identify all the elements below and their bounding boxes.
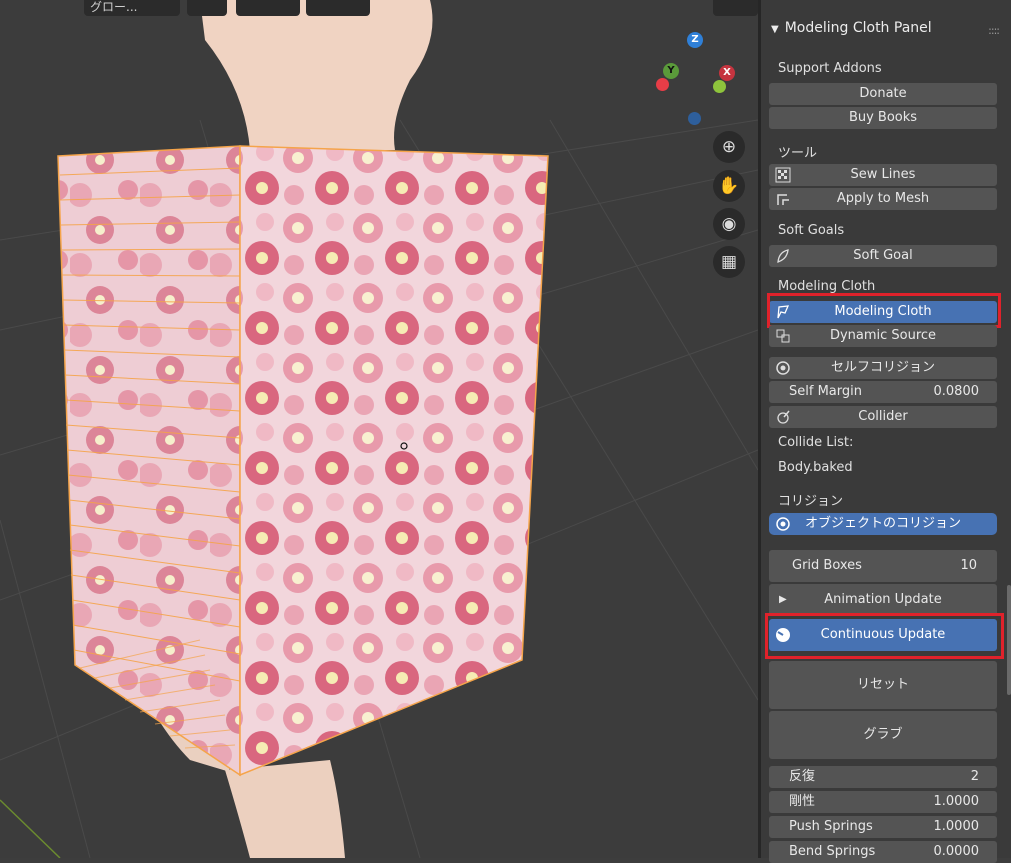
self-margin-value: 0.0800 — [933, 384, 980, 399]
grid-boxes-label: Grid Boxes — [792, 558, 862, 573]
push-springs-value: 1.0000 — [933, 819, 980, 834]
iterations-field[interactable]: 反復 2 — [769, 766, 997, 788]
dynamic-source-icon — [776, 329, 790, 343]
scene-canvas[interactable] — [0, 0, 758, 858]
collide-list-item[interactable]: Body.baked — [778, 460, 853, 475]
soft-goal-button[interactable]: Soft Goal — [769, 245, 997, 267]
animation-update-toggle[interactable]: ▶ Animation Update — [769, 584, 997, 616]
stiffness-field[interactable]: 剛性 1.0000 — [769, 791, 997, 813]
tools-label: ツール — [778, 146, 818, 161]
grid-icon[interactable]: ▦ — [713, 246, 745, 278]
modeling-cloth-panel: ▼ Modeling Cloth Panel :::: Support Addon… — [758, 0, 1011, 863]
modeling-cloth-button[interactable]: Modeling Cloth — [769, 301, 997, 323]
donate-button[interactable]: Donate — [769, 83, 997, 105]
grid-boxes-value: 10 — [960, 558, 977, 573]
snap-dropdown[interactable] — [236, 0, 300, 16]
dynamic-source-button[interactable]: Dynamic Source — [769, 325, 997, 347]
reset-button[interactable]: リセット — [769, 661, 997, 709]
object-collision-toggle[interactable]: オブジェクトのコリジョン — [769, 513, 997, 535]
3d-viewport[interactable]: グロー... Z Y X ⊕ ✋ ◉ ▦ — [0, 0, 758, 858]
iterations-label: 反復 — [789, 769, 816, 784]
hand-pan-icon[interactable]: ✋ — [713, 170, 745, 202]
bend-springs-label: Bend Springs — [789, 844, 876, 859]
apply-icon — [777, 194, 789, 205]
modeling-cloth-label: Modeling Cloth — [778, 279, 876, 294]
collision-toggle-icon — [776, 517, 790, 531]
gizmo-neg-z[interactable] — [688, 112, 701, 125]
stiffness-value: 1.0000 — [933, 794, 980, 809]
sew-lines-button[interactable]: Sew Lines — [769, 164, 997, 186]
bend-springs-field[interactable]: Bend Springs 0.0000 — [769, 841, 997, 863]
gizmo-x-axis[interactable]: X — [719, 65, 735, 81]
continuous-update-toggle[interactable]: Continuous Update — [769, 619, 997, 651]
collider-button[interactable]: Collider — [769, 406, 997, 428]
apply-to-mesh-button[interactable]: Apply to Mesh — [769, 188, 997, 210]
collapse-triangle-icon[interactable]: ▼ — [771, 24, 779, 35]
zoom-icon[interactable]: ⊕ — [713, 131, 745, 163]
self-collision-toggle[interactable]: セルフコリジョン — [769, 357, 997, 379]
mode-label: グロー... — [90, 0, 138, 14]
panel-header[interactable]: ▼ Modeling Cloth Panel — [771, 20, 932, 36]
gizmo-z-axis[interactable]: Z — [687, 32, 703, 48]
self-margin-field[interactable]: Self Margin 0.0800 — [769, 381, 997, 403]
iterations-value: 2 — [970, 769, 979, 784]
drag-grip-icon[interactable]: :::: — [988, 24, 1000, 37]
panel-title: Modeling Cloth Panel — [784, 20, 932, 36]
collide-list-label: Collide List: — [778, 435, 854, 450]
feather-icon — [777, 249, 789, 263]
collision-label: コリジョン — [778, 494, 844, 509]
gizmo-neg-y[interactable] — [713, 80, 726, 93]
grab-button[interactable]: グラブ — [769, 711, 997, 759]
panel-scrollbar[interactable] — [1007, 585, 1011, 695]
transform-orientation-dropdown[interactable]: グロー... — [84, 0, 180, 16]
clock-icon — [776, 628, 790, 642]
cloth-icon — [777, 305, 790, 319]
camera-icon[interactable]: ◉ — [713, 208, 745, 240]
push-springs-field[interactable]: Push Springs 1.0000 — [769, 816, 997, 838]
proportional-edit-dropdown[interactable] — [306, 0, 370, 16]
collision-icon — [776, 361, 790, 375]
checker-icon — [775, 167, 791, 183]
push-springs-label: Push Springs — [789, 819, 873, 834]
bend-springs-value: 0.0000 — [933, 844, 980, 859]
buy-books-button[interactable]: Buy Books — [769, 107, 997, 129]
play-triangle-icon: ▶ — [779, 594, 787, 605]
self-margin-label: Self Margin — [789, 384, 862, 399]
soft-goals-label: Soft Goals — [778, 223, 845, 238]
gizmo-neg-x[interactable] — [656, 78, 669, 91]
support-addons-label: Support Addons — [778, 61, 882, 76]
brush-icon — [777, 410, 790, 424]
pivot-dropdown[interactable] — [187, 0, 227, 16]
stiffness-label: 剛性 — [789, 794, 816, 809]
gizmo-y-axis[interactable]: Y — [663, 63, 679, 79]
selectability-dropdown[interactable] — [713, 0, 758, 16]
grid-boxes-field[interactable]: Grid Boxes 10 — [769, 550, 997, 582]
